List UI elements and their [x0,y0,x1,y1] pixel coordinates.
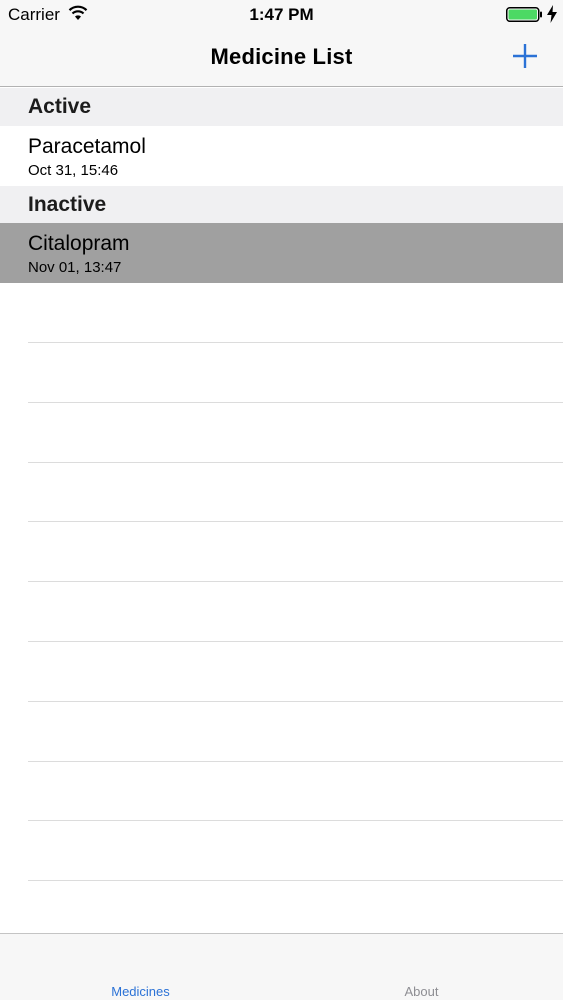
medicine-name: Citalopram [28,232,130,255]
row-separator [28,462,563,463]
medicine-date: Nov 01, 13:47 [28,259,122,276]
tab-about[interactable]: About [281,934,562,1000]
tab-bar: Medicines About [0,933,563,1000]
status-time: 1:47 PM [249,5,314,24]
plus-icon[interactable] [511,42,539,70]
section-header-label: Inactive [28,193,107,216]
section-header-inactive: Inactive [0,186,563,224]
row-separator [28,342,563,343]
medicine-row[interactable]: Paracetamol Oct 31, 15:46 [0,126,563,186]
tab-label: About [404,984,439,999]
page-title: Medicine List [210,44,353,69]
navigation-bar: Medicine List [0,30,563,87]
row-separator [28,701,563,702]
medicine-row[interactable]: Citalopram Nov 01, 13:47 [0,223,563,283]
bolt-icon [547,5,557,23]
row-separator [28,820,563,821]
section-header-active: Active [0,88,563,126]
row-separator [28,880,563,881]
row-separator [28,521,563,522]
row-separator [28,761,563,762]
row-separator [28,641,563,642]
battery-icon [506,7,542,22]
tab-medicines[interactable]: Medicines [0,934,281,1000]
row-separator [28,402,563,403]
medicine-date: Oct 31, 15:46 [28,162,119,179]
section-header-label: Active [28,95,92,118]
medicine-name: Paracetamol [28,135,146,158]
row-separator [28,581,563,582]
status-bar: Carrier 1:47 PM [0,0,563,30]
tab-label: Medicines [111,984,170,999]
